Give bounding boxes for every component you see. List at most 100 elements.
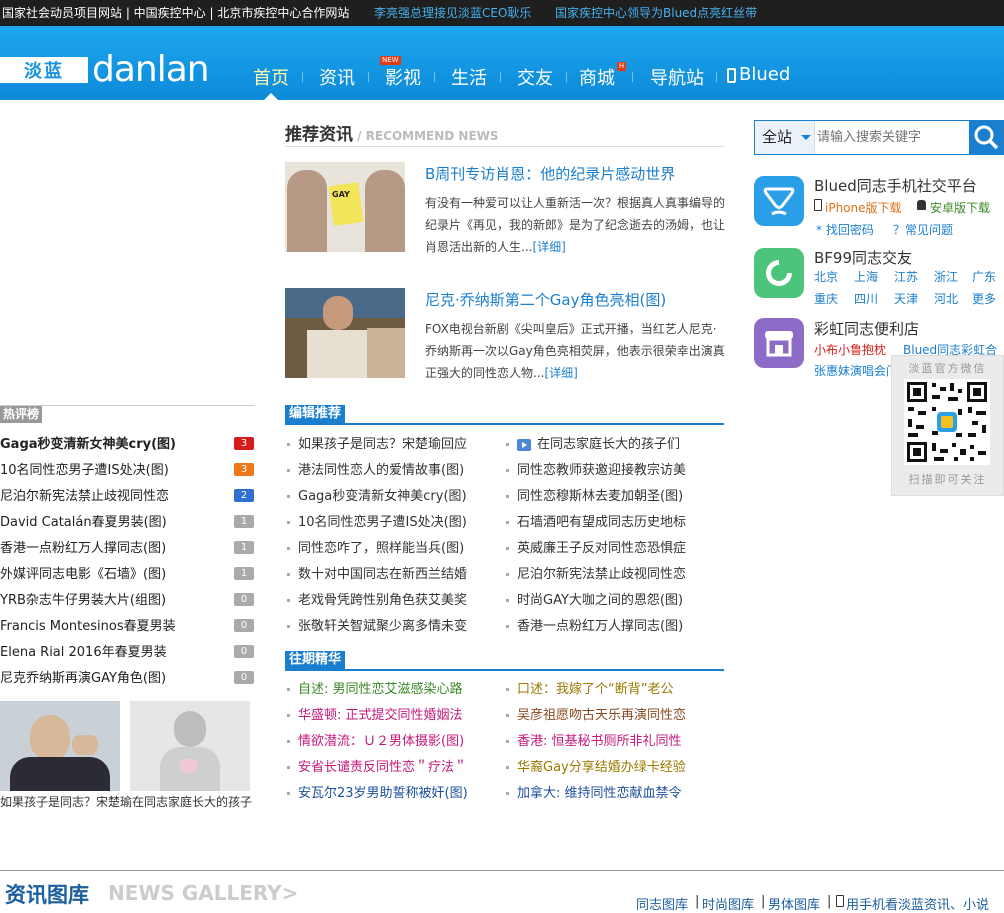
list-item[interactable]: 同性恋咋了，照样能当兵(图) xyxy=(287,536,464,562)
iphone-download-link[interactable]: iPhone版下载 xyxy=(825,199,902,216)
list-item[interactable]: 石墙酒吧有望成同志历史地标 xyxy=(506,510,686,536)
site-logo[interactable]: 淡蓝 danlan xyxy=(0,52,210,88)
store-app-icon[interactable] xyxy=(754,318,804,368)
mobile-reading-link[interactable]: 用手机看淡蓝资讯、小说 xyxy=(846,894,989,913)
top-news-link-2[interactable]: 国家疾控中心领导为Blued点亮红丝带 xyxy=(555,0,757,26)
hot-thumbnail-caption[interactable]: 如果孩子是同志？宋楚瑜在同志家庭长大的孩子 xyxy=(0,793,255,810)
hot-list-item[interactable]: Gaga秒变清新女神美cry(图) 3 xyxy=(0,432,255,458)
store-link[interactable]: 张惠妹演唱会门 xyxy=(814,362,898,379)
article-1-more-link[interactable]: [详细] xyxy=(532,240,565,254)
list-item[interactable]: 安省长谴责反同性恋＂疗法＂ xyxy=(287,755,467,781)
partner-links[interactable]: 国家社会动员项目网站 | 中国疾控中心 | 北京市疾控中心合作网站 xyxy=(2,0,349,26)
blued-app-icon[interactable] xyxy=(754,176,804,226)
list-item[interactable]: 同性恋教师获邀迎接教宗访美 xyxy=(506,458,686,484)
list-item[interactable]: 10名同性恋男子遭IS处决(图) xyxy=(287,510,467,536)
city-link[interactable]: 广东 xyxy=(972,268,996,285)
nav-navigation[interactable]: 导航站 xyxy=(650,64,704,90)
hot-list-item[interactable]: 香港一点粉红万人撑同志(图) 1 xyxy=(0,536,255,562)
list-item[interactable]: 时尚GAY大咖之间的恩怨(图) xyxy=(506,588,683,614)
nav-news[interactable]: 资讯 xyxy=(319,64,355,90)
top-news-link-1[interactable]: 李亮强总理接见淡蓝CEO耿乐 xyxy=(374,0,531,26)
list-item[interactable]: 尼泊尔新宪法禁止歧视同性恋 xyxy=(506,562,686,588)
nav-dating[interactable]: 交友 xyxy=(517,64,553,90)
hot-list-item[interactable]: 10名同性恋男子遭IS处决(图) 3 xyxy=(0,458,255,484)
city-link[interactable]: 更多 xyxy=(972,290,996,307)
list-item[interactable]: 同性恋穆斯林去麦加朝圣(图) xyxy=(506,484,683,510)
hot-list-item[interactable]: Elena Rial 2016年春夏男装 0 xyxy=(0,640,255,666)
list-item[interactable]: 吴彦祖愿吻古天乐再演同性恋 xyxy=(506,703,686,729)
hot-thumbnail-2[interactable] xyxy=(130,701,250,791)
list-item[interactable]: 情欲潜流：Ｕ２男体摄影(图) xyxy=(287,729,464,755)
divider xyxy=(285,423,724,425)
hot-list-item[interactable]: 外媒评同志电影《石墙》(图) 1 xyxy=(0,562,255,588)
list-item[interactable]: 安瓦尔23岁男助誓称被奸(图) xyxy=(287,781,468,807)
phone-icon xyxy=(836,895,844,907)
city-link[interactable]: 重庆 xyxy=(814,290,838,307)
gallery-link[interactable]: 同志图库 xyxy=(636,894,688,913)
nav-shop[interactable]: 商城 xyxy=(579,64,615,90)
article-2-more-link[interactable]: [详细] xyxy=(544,366,577,380)
android-download-link[interactable]: 安卓版下载 xyxy=(930,199,990,216)
hot-list-item[interactable]: 尼克乔纳斯再演GAY角色(图) 0 xyxy=(0,666,255,692)
nav-blued[interactable]: Blued xyxy=(739,64,790,85)
hot-comments-title: 热评榜 xyxy=(0,406,43,423)
list-item[interactable]: 加拿大: 维持同性恋献血禁令 xyxy=(506,781,682,807)
city-link[interactable]: 河北 xyxy=(934,290,958,307)
recommend-title: 推荐资讯 xyxy=(285,125,353,145)
comment-count-badge: 2 xyxy=(234,489,254,502)
list-item[interactable]: 英威廉王子反对同性恋恐惧症 xyxy=(506,536,686,562)
phone-icon xyxy=(727,68,736,83)
list-item[interactable]: 张敬轩关智斌聚少离多情未变 xyxy=(287,614,467,640)
gallery-title: 资讯图库 xyxy=(5,883,89,907)
hot-list-item[interactable]: Francis Montesinos春夏男装 0 xyxy=(0,614,255,640)
store-link[interactable]: 小布小鲁抱枕 xyxy=(814,341,886,358)
nav-life[interactable]: 生活 xyxy=(451,64,487,90)
gallery-link[interactable]: 时尚图库 xyxy=(702,894,754,913)
city-link[interactable]: 四川 xyxy=(854,290,878,307)
article-2-thumbnail[interactable] xyxy=(285,288,405,378)
search-input[interactable] xyxy=(817,125,965,150)
article-2-title[interactable]: 尼克·乔纳斯第二个Gay角色亮相(图) xyxy=(425,289,666,310)
nav-divider xyxy=(302,72,303,82)
city-link[interactable]: 天津 xyxy=(894,290,918,307)
hot-list-item[interactable]: 尼泊尔新宪法禁止歧视同性恋 2 xyxy=(0,484,255,510)
find-password-link[interactable]: * 找回密码 xyxy=(816,221,874,238)
faq-link[interactable]: ？常见问题 xyxy=(893,221,953,238)
nav-video[interactable]: 影视 xyxy=(385,64,421,90)
list-item[interactable]: 香港一点粉红万人撑同志(图) xyxy=(506,614,683,640)
store-title[interactable]: 彩虹同志便利店 xyxy=(814,318,919,339)
article-1-title[interactable]: B周刊专访肖恩：他的纪录片感动世界 xyxy=(425,163,675,184)
past-highlights-tab[interactable]: 往期精华 xyxy=(285,651,346,669)
hot-item-title: Gaga秒变清新女神美cry(图) xyxy=(0,437,176,452)
list-item[interactable]: 华裔Gay分享结婚办绿卡经验 xyxy=(506,755,686,781)
list-item[interactable]: 口述：我嫁了个“断背”老公 xyxy=(506,677,673,703)
list-item[interactable]: 香港: 恒基秘书厕所非礼同性 xyxy=(506,729,682,755)
list-item[interactable]: 老戏骨凭跨性别角色获艾美奖 xyxy=(287,588,467,614)
editor-picks-tab[interactable]: 编辑推荐 xyxy=(285,405,346,423)
city-link[interactable]: 上海 xyxy=(854,268,878,285)
list-item[interactable]: 港法同性恋人的爱情故事(图) xyxy=(287,458,464,484)
hot-thumbnail-1[interactable] xyxy=(0,701,120,791)
blued-title[interactable]: Blued同志手机社交平台 xyxy=(814,175,977,196)
list-item[interactable]: Gaga秒变清新女神美cry(图) xyxy=(287,484,467,510)
wechat-qr-panel: 淡蓝官方微信 扫描即可关注 xyxy=(891,355,1004,496)
bf99-title[interactable]: BF99同志交友 xyxy=(814,247,912,268)
hot-list-item[interactable]: David Catalán春夏男装(图) 1 xyxy=(0,510,255,536)
list-item[interactable]: 如果孩子是同志？宋楚瑜回应 xyxy=(287,432,467,458)
city-link[interactable]: 北京 xyxy=(814,268,838,285)
list-item[interactable]: 在同志家庭长大的孩子们 xyxy=(506,432,680,458)
list-item[interactable]: 数十对中国同志在新西兰结婚 xyxy=(287,562,467,588)
list-item[interactable]: 自述: 男同性恋艾滋感染心路 xyxy=(287,677,463,703)
bf99-app-icon[interactable] xyxy=(754,248,804,298)
article-1-thumbnail[interactable]: GAY xyxy=(285,162,405,252)
city-link[interactable]: 江苏 xyxy=(894,268,918,285)
nav-home[interactable]: 首页 xyxy=(253,64,289,90)
list-item[interactable]: 华盛顿: 正式提交同性婚姻法 xyxy=(287,703,463,729)
search-scope-select[interactable]: 全站 xyxy=(755,121,815,154)
comment-count-badge: 3 xyxy=(234,463,254,476)
qr-code-icon xyxy=(904,379,990,465)
city-link[interactable]: 浙江 xyxy=(934,268,958,285)
gallery-link[interactable]: 男体图库 xyxy=(768,894,820,913)
hot-list-item[interactable]: YRB杂志牛仔男装大片(组图) 0 xyxy=(0,588,255,614)
search-button[interactable] xyxy=(969,121,1004,154)
